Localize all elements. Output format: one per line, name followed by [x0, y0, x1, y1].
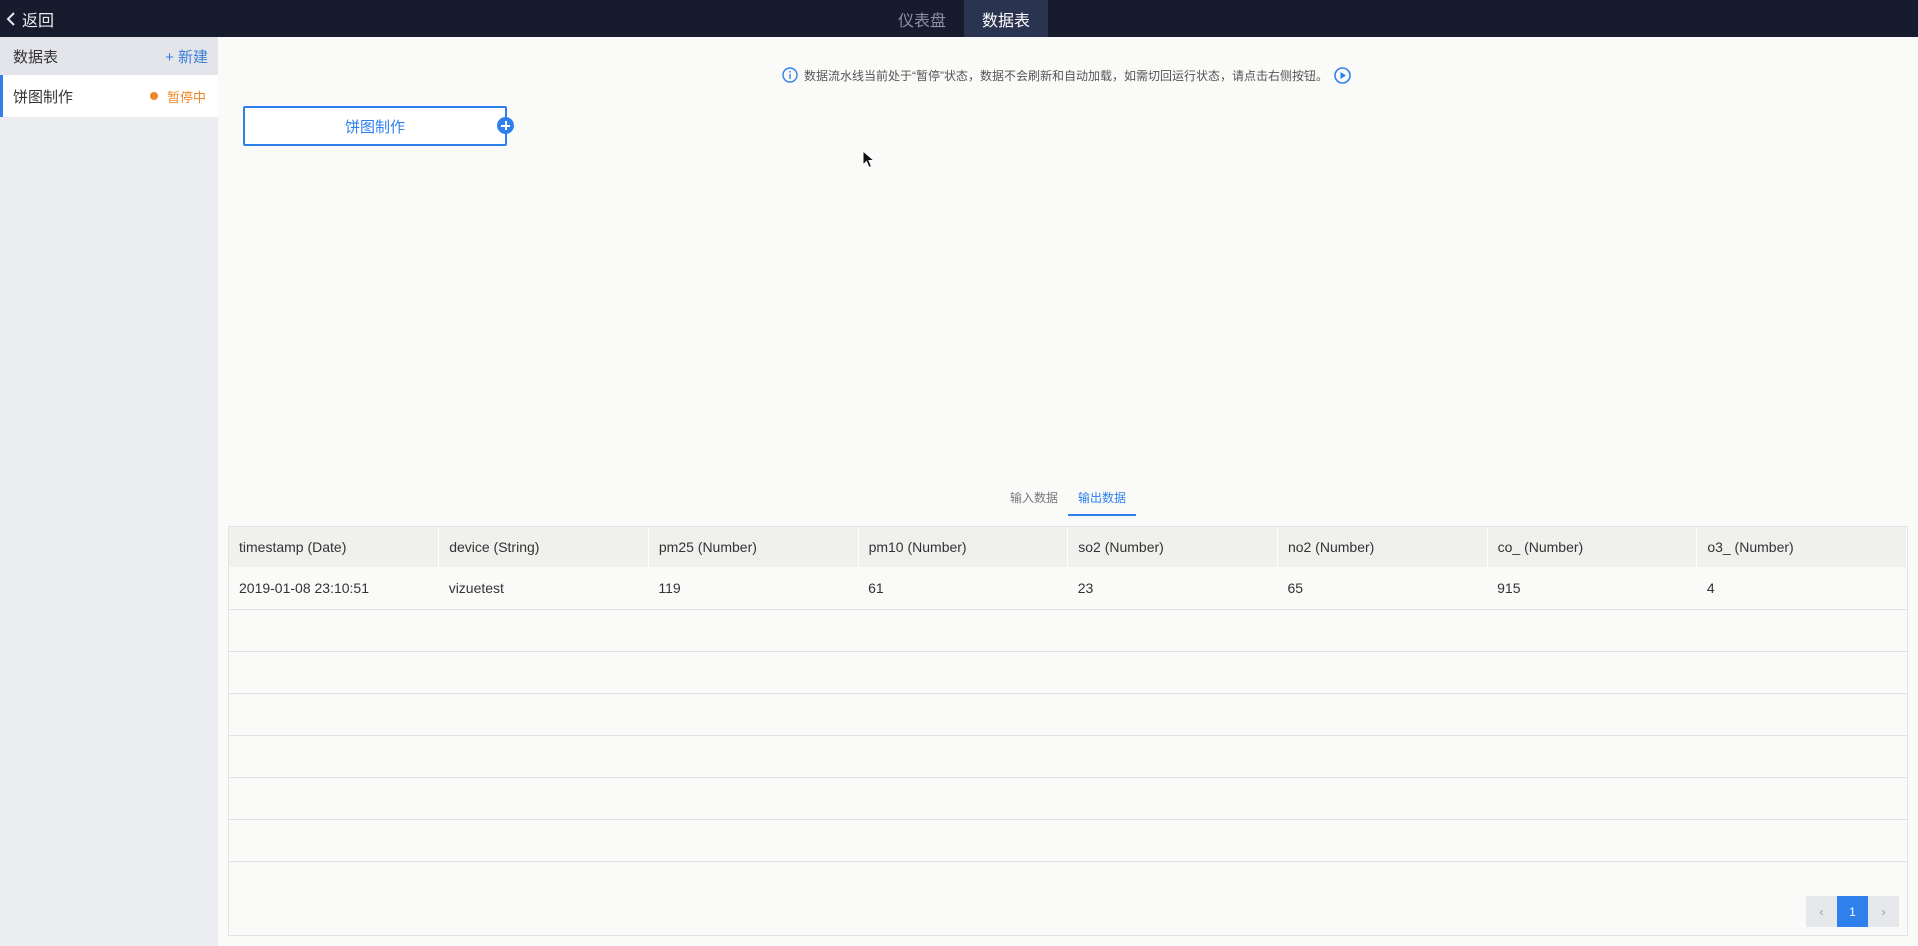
mouse-cursor-icon	[862, 150, 876, 169]
column-header[interactable]: pm25 (Number)	[648, 527, 859, 567]
table-cell: 119	[648, 567, 859, 610]
column-header[interactable]: device (String)	[438, 527, 649, 567]
tab-output-data[interactable]: 输出数据	[1068, 484, 1137, 516]
data-tabs: 输入数据 输出数据	[1000, 484, 1137, 516]
table-cell: 23	[1067, 567, 1278, 610]
empty-cell	[229, 735, 1907, 778]
back-label: 返回	[22, 12, 55, 30]
sidebar-title: 数据表	[13, 48, 59, 66]
empty-table-row	[229, 819, 1907, 862]
column-header[interactable]: so2 (Number)	[1067, 527, 1278, 567]
pause-notice: 数据流水线当前处于“暂停”状态，数据不会刷新和自动加载，如需切回运行状态，请点击…	[782, 65, 1351, 85]
info-icon	[782, 67, 798, 83]
empty-table-row	[229, 693, 1907, 736]
sidebar: 数据表 + 新建 饼图制作 暂停中	[0, 37, 218, 946]
sidebar-item-pie-chart[interactable]: 饼图制作 暂停中	[0, 75, 218, 117]
empty-table-row	[229, 651, 1907, 694]
table-cell: 65	[1277, 567, 1488, 610]
empty-cell	[229, 609, 1907, 652]
tab-dashboard[interactable]: 仪表盘	[880, 0, 964, 37]
tab-input-data[interactable]: 输入数据	[1000, 484, 1068, 516]
table-cell: 4	[1696, 567, 1907, 610]
column-header[interactable]: pm10 (Number)	[858, 527, 1069, 567]
column-header[interactable]: no2 (Number)	[1277, 527, 1488, 567]
tab-data-table[interactable]: 数据表	[964, 0, 1049, 37]
pagination: ‹ 1 ›	[1806, 896, 1899, 927]
empty-table-row	[229, 777, 1907, 820]
empty-cell	[229, 819, 1907, 862]
empty-table-row	[229, 609, 1907, 652]
status-text: 暂停中	[166, 89, 206, 105]
prev-page-button[interactable]: ‹	[1806, 896, 1837, 927]
play-icon[interactable]	[1334, 66, 1351, 84]
column-header[interactable]: co_ (Number)	[1487, 527, 1698, 567]
column-header[interactable]: o3_ (Number)	[1696, 527, 1907, 567]
empty-cell	[229, 777, 1907, 820]
table-cell: vizuetest	[438, 567, 649, 610]
sidebar-header: 数据表 + 新建	[0, 37, 218, 75]
table-header-row: timestamp (Date) device (String) pm25 (N…	[229, 527, 1907, 567]
table-row: 2019-01-08 23:10:51 vizuetest 119 61 23 …	[229, 567, 1907, 610]
page-button-current[interactable]: 1	[1837, 896, 1868, 927]
top-tabs: 仪表盘 数据表	[880, 0, 1049, 37]
table-cell: 915	[1487, 567, 1697, 610]
top-bar: 返回 仪表盘 数据表	[0, 0, 1918, 37]
empty-cell	[229, 693, 1907, 736]
column-header[interactable]: timestamp (Date)	[229, 527, 440, 567]
pipeline-node[interactable]: 饼图制作	[243, 106, 507, 146]
next-page-button[interactable]: ›	[1868, 896, 1899, 927]
status-dot-icon	[149, 92, 158, 100]
back-button[interactable]: 返回	[6, 0, 54, 37]
new-table-button[interactable]: + 新建	[165, 46, 208, 67]
empty-cell	[229, 651, 1907, 694]
empty-table-row	[229, 735, 1907, 778]
notice-text: 数据流水线当前处于“暂停”状态，数据不会刷新和自动加载，如需切回运行状态，请点击…	[804, 68, 1328, 83]
chevron-left-icon	[6, 11, 15, 26]
table-cell: 2019-01-08 23:10:51	[229, 567, 439, 610]
status-badge: 暂停中	[149, 87, 206, 106]
data-table: timestamp (Date) device (String) pm25 (N…	[228, 526, 1908, 936]
table-cell: 61	[858, 567, 1068, 610]
add-node-icon[interactable]	[497, 117, 514, 134]
sidebar-item-label: 饼图制作	[13, 88, 74, 106]
